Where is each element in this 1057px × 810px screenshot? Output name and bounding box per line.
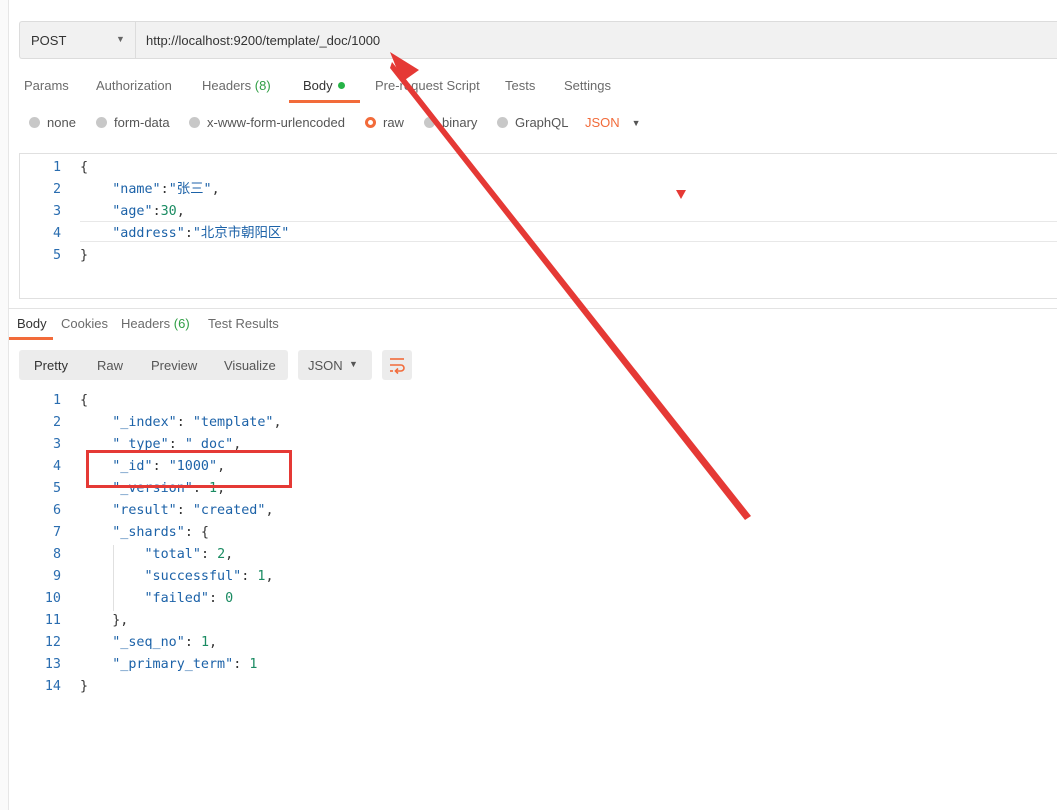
annotation-arrow xyxy=(390,52,751,520)
